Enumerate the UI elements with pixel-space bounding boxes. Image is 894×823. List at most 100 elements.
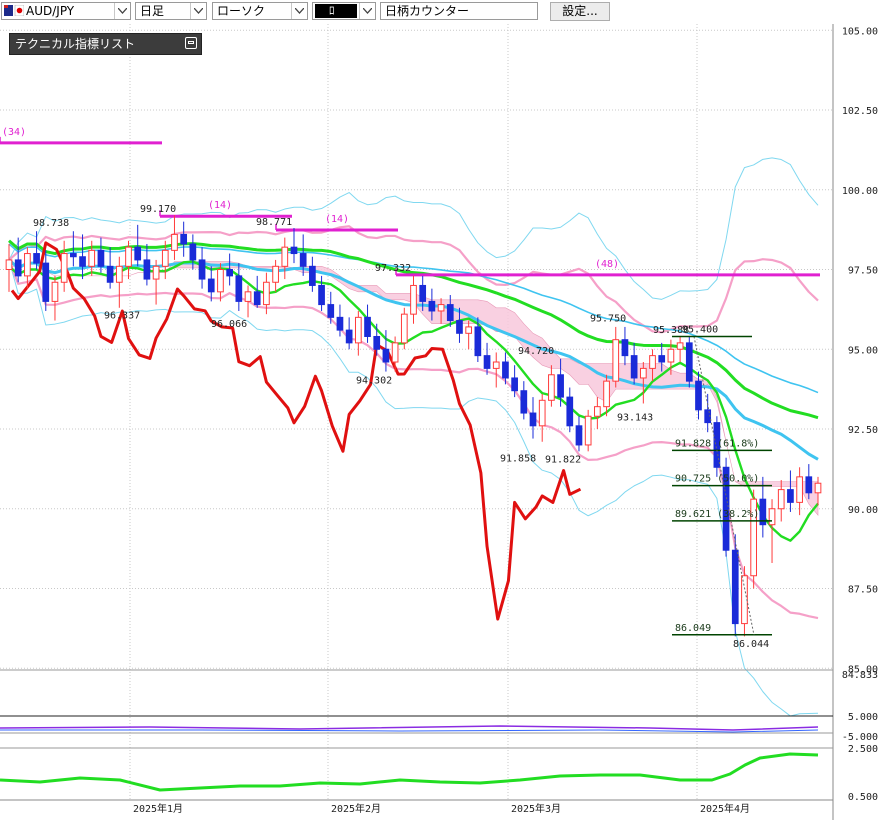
candle-body <box>695 380 702 411</box>
candle-body <box>639 367 647 379</box>
period-label: (14) <box>208 200 232 211</box>
chevron-down-icon[interactable] <box>190 3 206 19</box>
drawing-tool-label: ﾛ <box>329 4 335 17</box>
drawing-tool-select[interactable]: ﾛ <box>312 2 376 20</box>
fib-label: 91.828 (61.8%) <box>675 438 759 449</box>
candle-body <box>299 253 307 267</box>
candle-body <box>658 355 666 363</box>
candle-body <box>42 262 50 302</box>
period-label: (34) <box>2 127 26 138</box>
candle-body <box>594 406 601 417</box>
candle-body <box>805 476 813 494</box>
candle-body <box>621 339 629 357</box>
indicator-list-panel[interactable]: テクニカル指標リスト <box>9 33 202 55</box>
volatility-line <box>0 752 819 792</box>
fib-label: 90.725 (50.0%) <box>675 474 759 485</box>
price-label: 94.302 <box>356 376 392 387</box>
y-tick-label: 100.00 <box>842 186 878 197</box>
candle-body <box>364 316 371 337</box>
candle-body <box>79 256 86 267</box>
au-jp-flag-icon <box>4 4 25 17</box>
candle-body <box>768 508 776 526</box>
y-tick-label: 105.00 <box>842 26 878 37</box>
candle-body <box>171 233 178 251</box>
x-tick-label: 2025年4月 <box>700 802 750 815</box>
price-label: 95.400 <box>682 324 718 335</box>
candle-body <box>446 304 454 322</box>
candle-body <box>419 284 427 302</box>
chevron-down-icon[interactable] <box>291 3 307 19</box>
y-tick-label: 92.50 <box>848 425 878 436</box>
candle-body <box>603 380 610 408</box>
y-tick-label: 90.00 <box>848 505 878 516</box>
price-label: 96.066 <box>211 319 247 330</box>
chevron-down-icon[interactable] <box>359 3 375 19</box>
candle-body <box>272 265 279 283</box>
symbol-select[interactable]: AUD/JPY <box>1 2 131 20</box>
fib-label: 89.621 (38.2%) <box>675 509 759 520</box>
sub-tick-label: 5.000 <box>848 712 878 723</box>
candle-body <box>281 246 289 267</box>
candle-body <box>400 313 408 344</box>
candle-body <box>520 390 528 414</box>
candle-body <box>630 355 638 379</box>
candle-body <box>244 291 252 302</box>
price-label: 99.170 <box>140 204 176 215</box>
candle-body <box>51 281 59 302</box>
settings-button[interactable]: 設定... <box>550 2 610 21</box>
price-label: 94.720 <box>518 346 554 357</box>
candle-body <box>391 342 399 363</box>
candle-body <box>456 320 463 334</box>
maximize-icon[interactable] <box>185 37 197 49</box>
counter-label: 日柄カウンター <box>385 4 470 18</box>
y-tick-label: 102.50 <box>842 106 878 117</box>
candle-body <box>354 316 362 344</box>
period-label: (48) <box>595 259 619 270</box>
x-tick-label: 2025年2月 <box>331 802 381 815</box>
candle-body <box>125 246 132 267</box>
candle-body <box>465 326 473 334</box>
candle-body <box>309 265 316 286</box>
candle-body <box>410 284 417 315</box>
chevron-down-icon[interactable] <box>114 3 130 19</box>
chart-area[interactable]: (34) (14) (14) (48) 91.828 (61.8%) 90.725 (5… <box>0 24 894 820</box>
candle-body <box>437 304 445 312</box>
candle-body <box>502 361 509 379</box>
candle-body <box>566 396 574 427</box>
candle-body <box>14 259 22 277</box>
candle-body <box>33 253 40 264</box>
candle-body <box>189 243 197 261</box>
symbol-label: AUD/JPY <box>26 4 75 18</box>
candle-body <box>529 412 537 427</box>
candle-body <box>814 482 822 494</box>
price-label: 98.771 <box>256 217 292 228</box>
candle-body <box>575 425 583 446</box>
candle-body <box>373 335 381 350</box>
timeframe-select[interactable]: 日足 <box>135 2 207 20</box>
candle-body <box>253 291 261 306</box>
candle-body <box>777 489 785 510</box>
y-tick-label: 84.833 <box>842 670 878 681</box>
oscillator-line <box>0 725 819 731</box>
candle-body <box>649 355 656 369</box>
candle-body <box>217 269 224 293</box>
x-tick-label: 2025年1月 <box>133 802 183 815</box>
candle-body <box>676 342 684 350</box>
candle-body <box>161 249 169 267</box>
candle-body <box>731 549 739 625</box>
candle-body <box>612 339 620 382</box>
candle-body <box>263 281 270 306</box>
candle-body <box>290 246 298 255</box>
price-label: 86.044 <box>733 639 769 650</box>
chart-type-select[interactable]: ローソク <box>212 2 308 20</box>
counter-field[interactable]: 日柄カウンター <box>380 2 538 20</box>
chart-type-label: ローソク <box>217 4 266 18</box>
candle-body <box>152 265 160 280</box>
candle-body <box>235 275 243 302</box>
candle-body <box>318 284 325 306</box>
period-label: (14) <box>325 214 349 225</box>
price-label: 97.332 <box>375 263 411 274</box>
candle-body <box>336 316 344 331</box>
price-chart[interactable]: (34) (14) (14) (48) 91.828 (61.8%) 90.725 (5… <box>0 24 894 820</box>
price-label: 91.858 <box>500 453 536 464</box>
